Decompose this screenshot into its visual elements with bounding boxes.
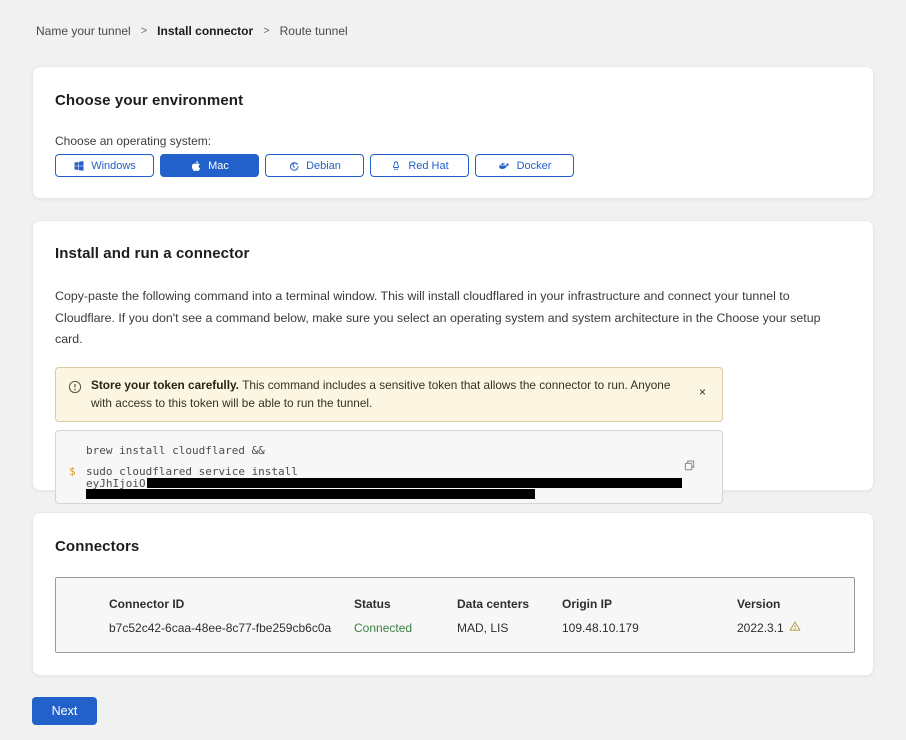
environment-card: Choose your environment Choose an operat… [32,66,874,199]
shell-prompt: $ [69,466,76,477]
os-button-mac[interactable]: Mac [160,154,259,177]
os-button-windows[interactable]: Windows [55,154,154,177]
next-button[interactable]: Next [32,697,97,725]
os-button-label: Debian [306,160,341,172]
chevron-separator-icon: > [141,25,147,37]
close-icon[interactable]: × [693,382,712,402]
breadcrumb: Name your tunnel > Install connector > R… [0,0,906,38]
connectors-card: Connectors Connector ID Status Data cent… [32,512,874,676]
os-select-label: Choose an operating system: [55,134,851,148]
token-line: eyJhIjoiO [86,478,682,489]
code-line-brew: brew install cloudflared && [86,445,682,456]
os-button-label: Mac [208,160,229,172]
code-line-service-install: $ sudo cloudflared service install [86,466,682,477]
debian-icon [288,160,300,172]
status-badge: Connected [354,620,457,635]
banner-title: Store your token carefully. [91,378,242,392]
warning-icon [789,620,801,635]
page: Name your tunnel > Install connector > R… [0,0,906,740]
os-button-docker[interactable]: Docker [475,154,574,177]
column-header-version: Version [737,597,844,611]
banner-message: Store your token carefully. This command… [91,376,684,413]
version-cell: 2022.3.1 [737,620,844,635]
redacted-token-bar [86,489,535,499]
install-card: Install and run a connector Copy-paste t… [32,220,874,491]
connectors-table: Connector ID Status Data centers Origin … [55,577,855,653]
apple-icon [190,160,202,172]
token-warning-banner: Store your token carefully. This command… [55,367,723,422]
column-header-status: Status [354,597,457,611]
install-command-code-block: brew install cloudflared && $ sudo cloud… [55,430,723,504]
os-button-redhat[interactable]: Red Hat [370,154,469,177]
origin-ip-value: 109.48.10.179 [562,620,737,635]
connectors-grid: Connector ID Status Data centers Origin … [109,597,844,635]
os-button-group: Windows Mac Debian Red Hat [55,154,851,177]
os-button-label: Windows [91,160,136,172]
connectors-card-title: Connectors [55,538,851,555]
copy-icon[interactable] [681,457,698,477]
column-header-data-centers: Data centers [457,597,562,611]
breadcrumb-step-route-tunnel[interactable]: Route tunnel [280,24,348,38]
install-card-title: Install and run a connector [55,245,851,262]
chevron-separator-icon: > [263,25,269,37]
install-description: Copy-paste the following command into a … [55,286,851,351]
breadcrumb-step-name-tunnel[interactable]: Name your tunnel [36,24,131,38]
column-header-connector-id: Connector ID [109,597,354,611]
os-button-debian[interactable]: Debian [265,154,364,177]
windows-icon [73,160,85,172]
connector-id-value: b7c52c42-6caa-48ee-8c77-fbe259cb6c0a [109,620,354,635]
token-prefix: eyJhIjoiO [86,478,146,489]
docker-icon [498,159,511,172]
data-centers-value: MAD, LIS [457,620,562,635]
version-value: 2022.3.1 [737,621,784,635]
breadcrumb-step-install-connector[interactable]: Install connector [157,24,253,38]
column-header-origin-ip: Origin IP [562,597,737,611]
os-button-label: Docker [517,160,552,172]
code-line-text: sudo cloudflared service install [86,465,298,478]
info-icon [68,380,82,399]
redhat-icon [390,160,402,172]
environment-card-title: Choose your environment [55,92,851,109]
os-button-label: Red Hat [408,160,448,172]
redacted-token-bar [147,478,682,488]
